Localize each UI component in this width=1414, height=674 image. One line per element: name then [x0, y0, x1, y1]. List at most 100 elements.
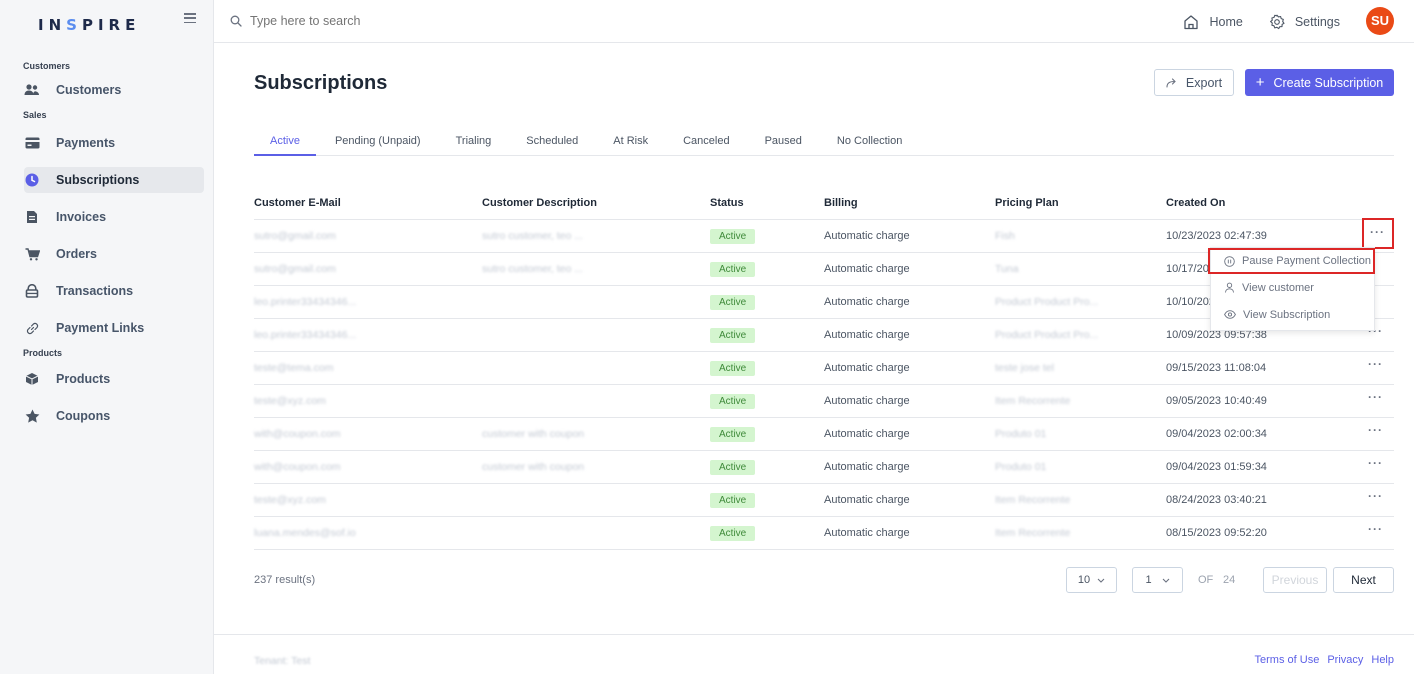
cell-customer-email[interactable]: sutro@gmail.com [254, 230, 482, 242]
help-link[interactable]: Help [1371, 654, 1394, 666]
tab-active[interactable]: Active [254, 130, 316, 156]
cell-customer-email[interactable]: teste@tema.com [254, 362, 482, 374]
sidebar-item-label: Subscriptions [56, 173, 140, 187]
avatar[interactable]: SU [1366, 6, 1394, 35]
tab-scheduled[interactable]: Scheduled [507, 130, 594, 156]
tab-canceled[interactable]: Canceled [664, 130, 745, 156]
page-size-select[interactable]: 10 [1066, 567, 1117, 593]
export-button[interactable]: Export [1154, 69, 1234, 96]
menu-item-label: View Subscription [1243, 308, 1331, 321]
tab-paused[interactable]: Paused [746, 130, 818, 156]
sidebar-item-products[interactable]: Products [24, 366, 204, 392]
sidebar-item-orders[interactable]: Orders [24, 241, 204, 267]
cell-status: Active [710, 360, 824, 376]
view-customer-item[interactable]: View customer [1211, 274, 1374, 301]
cell-customer-email[interactable]: with@coupon.com [254, 428, 482, 440]
privacy-link[interactable]: Privacy [1327, 654, 1363, 666]
view-subscription-item[interactable]: View Subscription [1211, 301, 1374, 328]
cell-status: Active [710, 327, 824, 343]
previous-page-button[interactable]: Previous [1263, 567, 1327, 593]
eye-icon [1224, 310, 1236, 319]
logo-text: IN [38, 15, 67, 34]
table-row[interactable]: with@coupon.com customer with coupon Activ… [254, 451, 1394, 484]
cell-customer-email[interactable]: teste@xyz.com [254, 494, 482, 506]
cell-status: Active [710, 393, 824, 409]
sidebar-item-payment-links[interactable]: Payment Links [24, 315, 204, 341]
status-badge: Active [710, 393, 756, 409]
sidebar-item-transactions[interactable]: Transactions [24, 278, 204, 304]
table-row[interactable]: with@coupon.com customer with coupon Activ… [254, 418, 1394, 451]
cell-pricing-plan: Produto 01 [995, 428, 1047, 440]
next-page-button[interactable]: Next [1333, 567, 1394, 593]
tab-at-risk[interactable]: At Risk [594, 130, 664, 156]
home-link[interactable]: Home [1183, 14, 1243, 30]
cell-pricing-plan: Produto 01 [995, 461, 1047, 473]
status-badge: Active [710, 459, 756, 475]
cell-customer-email[interactable]: luana.mendes@sof.io [254, 527, 482, 539]
table-row[interactable]: luana.mendes@sof.io Active Automatic charg… [254, 517, 1394, 550]
star-icon [24, 408, 40, 424]
more-actions-icon[interactable]: ··· [1368, 457, 1382, 472]
header-customer-email[interactable]: Customer E-Mail [254, 197, 482, 209]
cell-billing: Automatic charge [824, 494, 910, 506]
cell-customer-email[interactable]: sutro@gmail.com [254, 263, 482, 275]
terms-of-use-link[interactable]: Terms of Use [1255, 654, 1320, 666]
more-actions-icon[interactable]: ··· [1368, 391, 1382, 406]
cell-customer-email[interactable]: with@coupon.com [254, 461, 482, 473]
sidebar-item-label: Transactions [56, 284, 134, 298]
status-badge: Active [710, 228, 756, 244]
logo-accent: S [66, 15, 82, 34]
cell-customer-email[interactable]: teste@xyz.com [254, 395, 482, 407]
cell-billing: Automatic charge [824, 263, 910, 275]
settings-label: Settings [1294, 14, 1340, 29]
sidebar-item-invoices[interactable]: Invoices [24, 204, 204, 230]
subscriptions-table: Customer E-Mail Customer Description Sta… [254, 186, 1394, 550]
of-label: OF [1198, 574, 1214, 586]
sidebar-item-coupons[interactable]: Coupons [24, 403, 204, 429]
cell-customer-email[interactable]: leo.printer33434346... [254, 329, 482, 341]
header-customer-description[interactable]: Customer Description [482, 197, 710, 209]
table-row[interactable]: teste@xyz.com Active Automatic charge Item … [254, 484, 1394, 517]
cell-customer-email[interactable]: leo.printer33434346... [254, 296, 482, 308]
header-created-on[interactable]: Created On [1166, 197, 1366, 209]
search-input[interactable] [250, 14, 550, 28]
tab-no-collection[interactable]: No Collection [818, 130, 918, 156]
cell-billing: Automatic charge [824, 329, 910, 341]
tab-trialing[interactable]: Trialing [437, 130, 508, 156]
cell-customer-description: sutro customer, teo ... [482, 263, 583, 275]
page-select[interactable]: 1 [1132, 567, 1183, 593]
header-status[interactable]: Status [710, 197, 824, 209]
cell-customer-description: customer with coupon [482, 461, 585, 473]
table-row[interactable]: teste@tema.com Active Automatic charge test… [254, 352, 1394, 385]
create-subscription-button[interactable]: + Create Subscription [1245, 69, 1394, 96]
more-actions-icon[interactable]: ··· [1368, 358, 1382, 373]
cell-billing: Automatic charge [824, 230, 910, 242]
table-row[interactable]: teste@xyz.com Active Automatic charge Item … [254, 385, 1394, 418]
more-actions-icon[interactable]: ··· [1370, 226, 1384, 241]
sidebar-item-subscriptions[interactable]: Subscriptions [24, 167, 204, 193]
cell-created-on: 08/15/2023 09:52:20 [1166, 527, 1267, 539]
cell-created-on: 10/23/2023 02:47:39 [1166, 230, 1267, 242]
tab-pending-unpaid[interactable]: Pending (Unpaid) [316, 130, 437, 156]
cell-created-on: 09/04/2023 01:59:34 [1166, 461, 1267, 473]
sidebar-item-customers[interactable]: Customers [24, 77, 204, 103]
link-icon [24, 320, 40, 336]
table-header: Customer E-Mail Customer Description Sta… [254, 186, 1394, 220]
header-pricing-plan[interactable]: Pricing Plan [995, 197, 1166, 209]
cell-created-on: 09/04/2023 02:00:34 [1166, 428, 1267, 440]
status-badge: Active [710, 426, 756, 442]
page-title: Subscriptions [254, 72, 388, 94]
box-icon [24, 371, 40, 387]
cell-pricing-plan: Tuna [995, 263, 1019, 275]
menu-toggle-icon[interactable] [184, 13, 196, 23]
export-label: Export [1185, 75, 1223, 90]
more-actions-icon[interactable]: ··· [1368, 490, 1382, 505]
clock-icon [24, 172, 40, 188]
sidebar-item-payments[interactable]: Payments [24, 130, 204, 156]
more-actions-icon[interactable]: ··· [1368, 424, 1382, 439]
logo[interactable]: INSPIRE [38, 16, 140, 34]
more-actions-icon[interactable]: ··· [1368, 523, 1382, 538]
settings-link[interactable]: Settings [1269, 14, 1340, 30]
pause-payment-collection-item[interactable]: Pause Payment Collection [1208, 248, 1375, 274]
header-billing[interactable]: Billing [824, 197, 995, 209]
